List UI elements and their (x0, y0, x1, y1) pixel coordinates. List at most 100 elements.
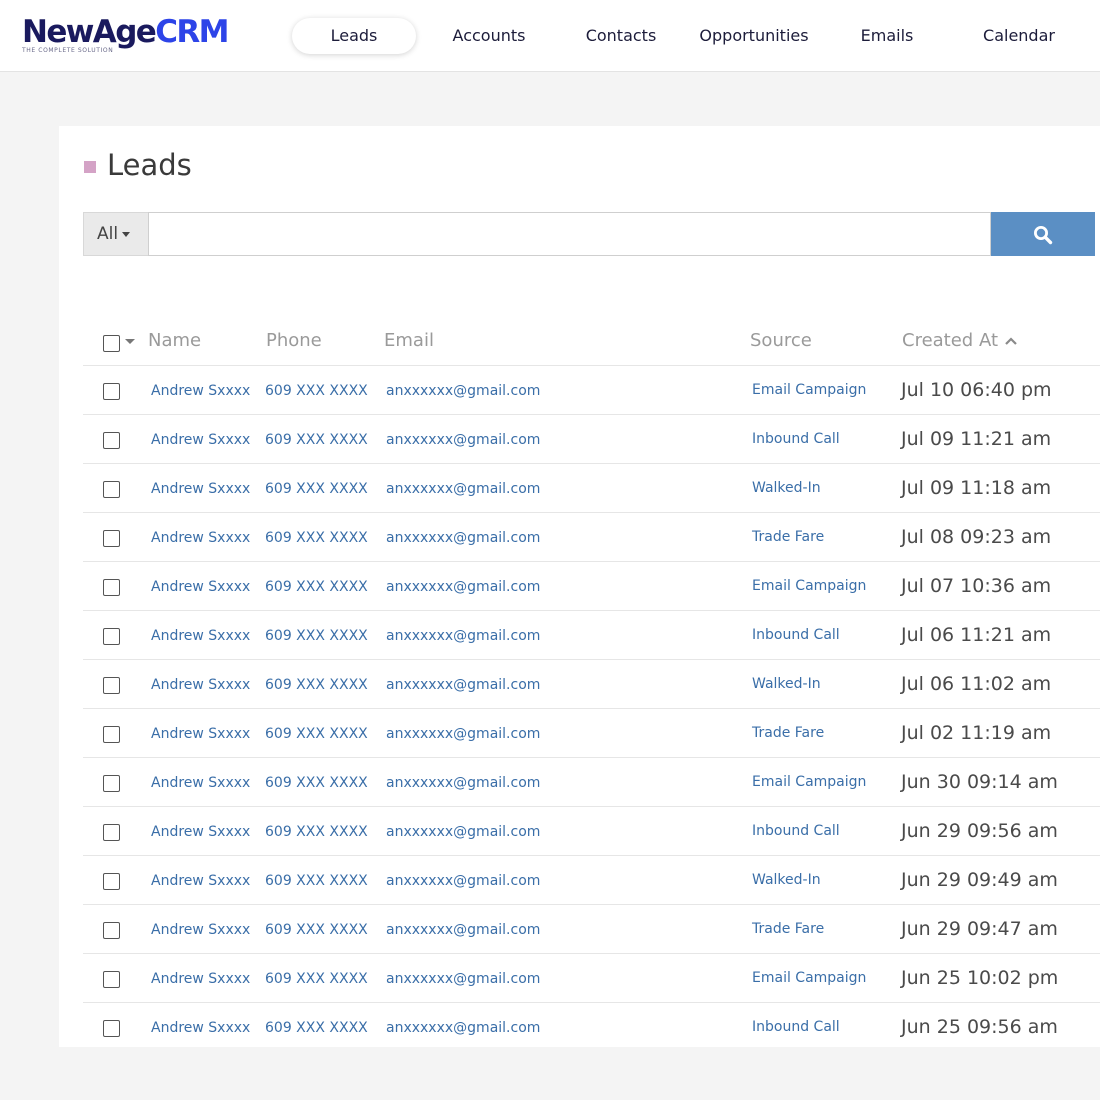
lead-email-link[interactable]: anxxxxxx@gmail.com (386, 971, 540, 987)
lead-email-link[interactable]: anxxxxxx@gmail.com (386, 775, 540, 791)
search-button[interactable] (991, 212, 1095, 256)
row-checkbox[interactable] (103, 873, 120, 890)
lead-email-link[interactable]: anxxxxxx@gmail.com (386, 922, 540, 938)
lead-phone-link[interactable]: 609 XXX XXXX (265, 383, 368, 399)
lead-email-link[interactable]: anxxxxxx@gmail.com (386, 530, 540, 546)
lead-email-link[interactable]: anxxxxxx@gmail.com (386, 824, 540, 840)
row-checkbox[interactable] (103, 628, 120, 645)
nav-tab-leads[interactable]: Leads (292, 18, 416, 54)
select-all-checkbox[interactable] (103, 335, 120, 352)
search-input[interactable] (148, 212, 991, 256)
table-row[interactable]: Andrew Sxxxx 609 XXX XXXX anxxxxxx@gmail.c… (83, 415, 1100, 464)
row-checkbox[interactable] (103, 481, 120, 498)
lead-name-link[interactable]: Andrew Sxxxx (151, 677, 250, 693)
lead-source-link[interactable]: Email Campaign (752, 578, 866, 594)
table-row[interactable]: Andrew Sxxxx 609 XXX XXXX anxxxxxx@gmail.c… (83, 562, 1100, 611)
table-row[interactable]: Andrew Sxxxx 609 XXX XXXX anxxxxxx@gmail.c… (83, 464, 1100, 513)
lead-name-link[interactable]: Andrew Sxxxx (151, 726, 250, 742)
row-checkbox[interactable] (103, 726, 120, 743)
column-header-name[interactable]: Name (148, 330, 201, 351)
lead-phone-link[interactable]: 609 XXX XXXX (265, 971, 368, 987)
lead-name-link[interactable]: Andrew Sxxxx (151, 530, 250, 546)
lead-name-link[interactable]: Andrew Sxxxx (151, 579, 250, 595)
row-checkbox[interactable] (103, 383, 120, 400)
table-row[interactable]: Andrew Sxxxx 609 XXX XXXX anxxxxxx@gmail.c… (83, 807, 1100, 856)
lead-email-link[interactable]: anxxxxxx@gmail.com (386, 677, 540, 693)
lead-email-link[interactable]: anxxxxxx@gmail.com (386, 1020, 540, 1036)
row-checkbox[interactable] (103, 677, 120, 694)
lead-name-link[interactable]: Andrew Sxxxx (151, 824, 250, 840)
nav-tab-calendar[interactable]: Calendar (966, 18, 1072, 54)
row-checkbox[interactable] (103, 922, 120, 939)
lead-name-link[interactable]: Andrew Sxxxx (151, 971, 250, 987)
lead-phone-link[interactable]: 609 XXX XXXX (265, 677, 368, 693)
nav-tab-emails[interactable]: Emails (844, 18, 930, 54)
row-checkbox[interactable] (103, 579, 120, 596)
newage-crm-logo[interactable]: NewAgeCRM THE COMPLETE SOLUTION (22, 14, 242, 58)
bulk-actions-caret-icon[interactable] (125, 339, 135, 344)
lead-source-link[interactable]: Email Campaign (752, 970, 866, 986)
row-checkbox[interactable] (103, 824, 120, 841)
lead-email-link[interactable]: anxxxxxx@gmail.com (386, 383, 540, 399)
lead-phone-link[interactable]: 609 XXX XXXX (265, 775, 368, 791)
lead-phone-link[interactable]: 609 XXX XXXX (265, 628, 368, 644)
row-checkbox[interactable] (103, 432, 120, 449)
table-row[interactable]: Andrew Sxxxx 609 XXX XXXX anxxxxxx@gmail.c… (83, 660, 1100, 709)
lead-name-link[interactable]: Andrew Sxxxx (151, 922, 250, 938)
lead-source-link[interactable]: Inbound Call (752, 1019, 840, 1035)
lead-phone-link[interactable]: 609 XXX XXXX (265, 432, 368, 448)
lead-email-link[interactable]: anxxxxxx@gmail.com (386, 432, 540, 448)
lead-source-link[interactable]: Trade Fare (752, 921, 824, 937)
lead-email-link[interactable]: anxxxxxx@gmail.com (386, 628, 540, 644)
lead-phone-link[interactable]: 609 XXX XXXX (265, 481, 368, 497)
lead-email-link[interactable]: anxxxxxx@gmail.com (386, 873, 540, 889)
lead-name-link[interactable]: Andrew Sxxxx (151, 383, 250, 399)
table-row[interactable]: Andrew Sxxxx 609 XXX XXXX anxxxxxx@gmail.c… (83, 954, 1100, 1003)
lead-name-link[interactable]: Andrew Sxxxx (151, 873, 250, 889)
lead-phone-link[interactable]: 609 XXX XXXX (265, 530, 368, 546)
row-checkbox[interactable] (103, 1020, 120, 1037)
table-row[interactable]: Andrew Sxxxx 609 XXX XXXX anxxxxxx@gmail.c… (83, 513, 1100, 562)
column-header-phone[interactable]: Phone (266, 330, 322, 351)
lead-source-link[interactable]: Inbound Call (752, 431, 840, 447)
table-row[interactable]: Andrew Sxxxx 609 XXX XXXX anxxxxxx@gmail.c… (83, 905, 1100, 954)
lead-source-link[interactable]: Trade Fare (752, 529, 824, 545)
table-row[interactable]: Andrew Sxxxx 609 XXX XXXX anxxxxxx@gmail.c… (83, 856, 1100, 905)
column-header-created-at[interactable]: Created At (902, 330, 1018, 351)
lead-phone-link[interactable]: 609 XXX XXXX (265, 922, 368, 938)
column-header-email[interactable]: Email (384, 330, 434, 351)
lead-phone-link[interactable]: 609 XXX XXXX (265, 579, 368, 595)
lead-source-link[interactable]: Inbound Call (752, 627, 840, 643)
nav-tab-opportunities[interactable]: Opportunities (690, 18, 818, 54)
lead-name-link[interactable]: Andrew Sxxxx (151, 1020, 250, 1036)
lead-source-link[interactable]: Walked-In (752, 676, 821, 692)
lead-email-link[interactable]: anxxxxxx@gmail.com (386, 579, 540, 595)
table-row[interactable]: Andrew Sxxxx 609 XXX XXXX anxxxxxx@gmail.c… (83, 1003, 1100, 1052)
lead-source-link[interactable]: Email Campaign (752, 382, 866, 398)
lead-phone-link[interactable]: 609 XXX XXXX (265, 726, 368, 742)
nav-tab-contacts[interactable]: Contacts (568, 18, 674, 54)
row-checkbox[interactable] (103, 971, 120, 988)
table-row[interactable]: Andrew Sxxxx 609 XXX XXXX anxxxxxx@gmail.c… (83, 709, 1100, 758)
lead-name-link[interactable]: Andrew Sxxxx (151, 481, 250, 497)
table-row[interactable]: Andrew Sxxxx 609 XXX XXXX anxxxxxx@gmail.c… (83, 758, 1100, 807)
column-header-source[interactable]: Source (750, 330, 812, 351)
lead-email-link[interactable]: anxxxxxx@gmail.com (386, 726, 540, 742)
lead-name-link[interactable]: Andrew Sxxxx (151, 432, 250, 448)
lead-name-link[interactable]: Andrew Sxxxx (151, 628, 250, 644)
lead-phone-link[interactable]: 609 XXX XXXX (265, 824, 368, 840)
lead-source-link[interactable]: Trade Fare (752, 725, 824, 741)
lead-phone-link[interactable]: 609 XXX XXXX (265, 1020, 368, 1036)
lead-source-link[interactable]: Walked-In (752, 480, 821, 496)
lead-name-link[interactable]: Andrew Sxxxx (151, 775, 250, 791)
lead-source-link[interactable]: Walked-In (752, 872, 821, 888)
row-checkbox[interactable] (103, 775, 120, 792)
lead-phone-link[interactable]: 609 XXX XXXX (265, 873, 368, 889)
lead-source-link[interactable]: Inbound Call (752, 823, 840, 839)
lead-email-link[interactable]: anxxxxxx@gmail.com (386, 481, 540, 497)
row-checkbox[interactable] (103, 530, 120, 547)
nav-tab-accounts[interactable]: Accounts (434, 18, 544, 54)
filter-dropdown[interactable]: All (83, 212, 148, 256)
table-row[interactable]: Andrew Sxxxx 609 XXX XXXX anxxxxxx@gmail.c… (83, 366, 1100, 415)
lead-source-link[interactable]: Email Campaign (752, 774, 866, 790)
